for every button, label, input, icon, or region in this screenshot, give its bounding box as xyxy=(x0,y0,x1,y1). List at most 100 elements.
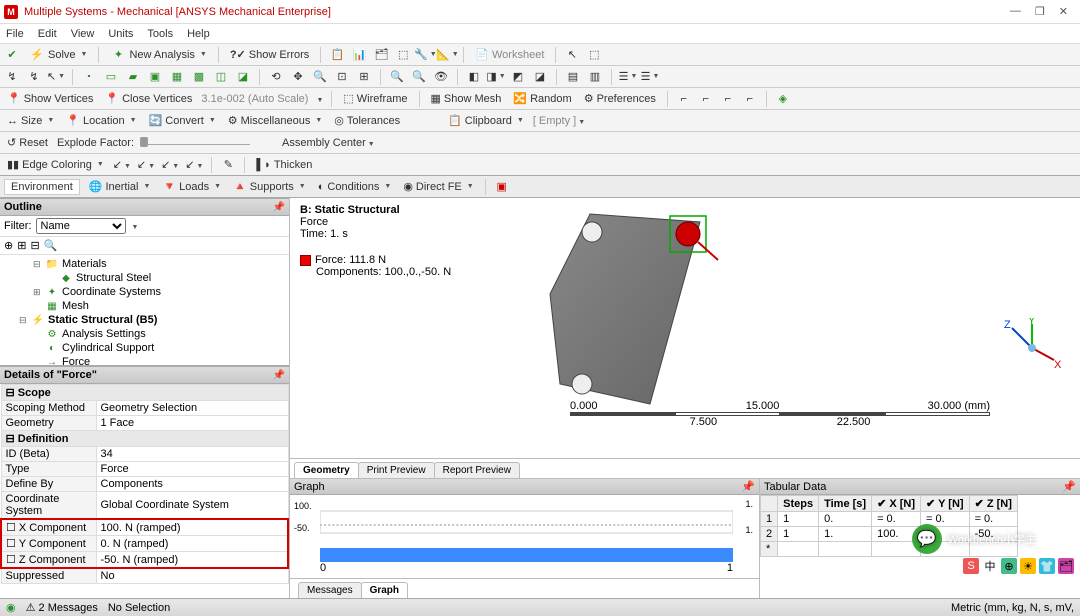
tabular-body[interactable]: StepsTime [s]✔ X [N]✔ Y [N]✔ Z [N]110.= … xyxy=(760,495,1080,598)
edge-opt[interactable]: ↙ xyxy=(185,158,203,171)
fit-icon[interactable]: ⊞ xyxy=(356,69,372,85)
axis-icon[interactable]: ⌐ xyxy=(676,91,692,107)
details-row[interactable]: Coordinate SystemGlobal Coordinate Syste… xyxy=(1,492,288,520)
outline-pin-icon[interactable]: 📌 xyxy=(273,202,285,213)
details-pin-icon[interactable]: 📌 xyxy=(273,370,285,381)
sel-icon[interactable]: ◫ xyxy=(213,69,229,85)
tb-icon[interactable]: 🗂 xyxy=(373,47,389,63)
filter-select[interactable]: Name xyxy=(36,218,126,234)
tree-node[interactable]: →Force xyxy=(4,355,285,366)
tab-geometry[interactable]: Geometry xyxy=(294,462,359,478)
view-icon[interactable]: ☰ xyxy=(620,69,636,85)
details-panel[interactable]: ⊟ ScopeScoping MethodGeometry SelectionG… xyxy=(0,384,289,598)
tb-icon[interactable]: ⬚ xyxy=(395,47,411,63)
details-row[interactable]: ☐ Y Component0. N (ramped) xyxy=(1,536,288,552)
tb-icon[interactable]: 📐 xyxy=(439,47,455,63)
tree-btn[interactable]: ⊞ xyxy=(17,239,26,252)
explode-slider[interactable] xyxy=(140,141,250,145)
tb-icon[interactable]: 🔧 xyxy=(417,47,433,63)
axis-icon[interactable]: ⌐ xyxy=(742,91,758,107)
graphics-canvas[interactable]: B: Static Structural Force Time: 1. s Fo… xyxy=(290,198,1080,458)
table-row[interactable]: * xyxy=(761,542,1018,557)
details-row[interactable]: ⊟ Definition xyxy=(1,431,288,447)
assembly-center-dropdown[interactable]: Assembly Center xyxy=(282,137,375,149)
minimize-button[interactable]: — xyxy=(1010,5,1021,18)
directfe-button[interactable]: ◉ Direct FE xyxy=(400,179,476,194)
table-row[interactable]: 110.= 0.= 0.= 0. xyxy=(761,512,1018,527)
menu-view[interactable]: View xyxy=(71,28,95,40)
axis-icon[interactable]: ⌐ xyxy=(720,91,736,107)
tree-node[interactable]: ⊞✦Coordinate Systems xyxy=(4,285,285,299)
maximize-button[interactable]: ❐ xyxy=(1035,5,1045,18)
zoom-icon[interactable]: 🔍 xyxy=(411,69,427,85)
close-vertices-button[interactable]: 📍 Close Vertices xyxy=(102,91,195,106)
edge-opt[interactable]: ↙ xyxy=(113,158,131,171)
zoom-icon[interactable]: 🔍 xyxy=(312,69,328,85)
sel-icon[interactable]: ◪ xyxy=(235,69,251,85)
zoom-icon[interactable]: 🔍 xyxy=(389,69,405,85)
menu-edit[interactable]: Edit xyxy=(38,28,57,40)
graph-body[interactable]: 100. -50. 1. 1. 01 xyxy=(290,495,759,578)
menu-help[interactable]: Help xyxy=(187,28,210,40)
show-mesh-button[interactable]: ▦ Show Mesh xyxy=(428,91,505,106)
new-analysis-button[interactable]: ✦New Analysis xyxy=(107,46,209,64)
tab-report-preview[interactable]: Report Preview xyxy=(434,462,520,478)
node-icon[interactable]: ▦ xyxy=(169,69,185,85)
time-slider[interactable] xyxy=(320,548,733,562)
tree-node[interactable]: ▦Mesh xyxy=(4,299,285,313)
cursor-icon[interactable]: ↖ xyxy=(564,47,580,63)
preferences-button[interactable]: ⚙ Preferences xyxy=(581,91,659,106)
misc-button[interactable]: ⚙ Miscellaneous xyxy=(225,113,326,128)
show-errors-button[interactable]: ?✓ Show Errors xyxy=(227,47,312,62)
solve-button[interactable]: ⚡Solve xyxy=(26,46,90,64)
tree-node[interactable]: ◐Cylindrical Support xyxy=(4,341,285,355)
graph-pin-icon[interactable]: 📌 xyxy=(741,480,755,493)
view-icon[interactable]: ◪ xyxy=(532,69,548,85)
details-row[interactable]: Define ByComponents xyxy=(1,477,288,492)
sel-icon[interactable]: ↯ xyxy=(26,69,42,85)
random-button[interactable]: 🔀 Random xyxy=(510,91,574,106)
clipboard-button[interactable]: 📋 Clipboard xyxy=(445,113,527,128)
tree-node[interactable]: ◆Structural Steel xyxy=(4,271,285,285)
tree-node[interactable]: ⊟⚡Static Structural (B5) xyxy=(4,313,285,327)
filter-dd[interactable] xyxy=(130,220,139,232)
wireframe-button[interactable]: ⬚ Wireframe xyxy=(340,91,410,106)
supports-button[interactable]: 🔺 Supports xyxy=(230,179,309,194)
face-icon[interactable]: ▰ xyxy=(125,69,141,85)
table-row[interactable]: 211.100.0.-50. xyxy=(761,527,1018,542)
zoom-box-icon[interactable]: ⊡ xyxy=(334,69,350,85)
reset-button[interactable]: ↺ Reset xyxy=(4,135,51,150)
check-icon[interactable]: ✔ xyxy=(4,47,20,63)
tabular-pin-icon[interactable]: 📌 xyxy=(1062,480,1076,493)
loads-button[interactable]: 🔻 Loads xyxy=(159,179,224,194)
edge-opt[interactable]: ↙ xyxy=(137,158,155,171)
scale-dropdown[interactable] xyxy=(314,93,323,105)
pen-icon[interactable]: ✎ xyxy=(220,157,236,173)
sel-icon[interactable]: ↖ xyxy=(48,69,64,85)
details-row[interactable]: ID (Beta)34 xyxy=(1,447,288,462)
tree-btn[interactable]: 🔍 xyxy=(44,239,58,252)
view-icon[interactable]: ▥ xyxy=(587,69,603,85)
view-icon[interactable]: ▤ xyxy=(565,69,581,85)
iso-icon[interactable]: ◧ xyxy=(466,69,482,85)
axis-icon[interactable]: ⌐ xyxy=(698,91,714,107)
tree-btn[interactable]: ⊟ xyxy=(30,239,39,252)
details-row[interactable]: TypeForce xyxy=(1,462,288,477)
tb-icon[interactable]: 📋 xyxy=(329,47,345,63)
size-button[interactable]: ↔ Size xyxy=(4,114,57,128)
worksheet-button[interactable]: 📄 Worksheet xyxy=(472,47,547,62)
tolerances-button[interactable]: ◎ Tolerances xyxy=(331,113,403,128)
edge-icon[interactable]: ▭ xyxy=(103,69,119,85)
pan-icon[interactable]: ✥ xyxy=(290,69,306,85)
view-icon[interactable]: ◨ xyxy=(488,69,504,85)
clipboard-empty[interactable]: [ Empty ] xyxy=(533,115,585,127)
look-at-icon[interactable]: 👁 xyxy=(433,69,449,85)
tb-icon[interactable]: ▣ xyxy=(494,179,510,195)
tab-print-preview[interactable]: Print Preview xyxy=(358,462,435,478)
location-button[interactable]: 📍 Location xyxy=(63,113,139,128)
body-icon[interactable]: ▣ xyxy=(147,69,163,85)
menu-file[interactable]: File xyxy=(6,28,24,40)
tree-node[interactable]: ⚙Analysis Settings xyxy=(4,327,285,341)
outline-tree[interactable]: Filter: Name ⊕ ⊞ ⊟ 🔍 ⊟📁Materials◆Structu… xyxy=(0,216,289,366)
convert-button[interactable]: 🔄 Convert xyxy=(146,113,219,128)
